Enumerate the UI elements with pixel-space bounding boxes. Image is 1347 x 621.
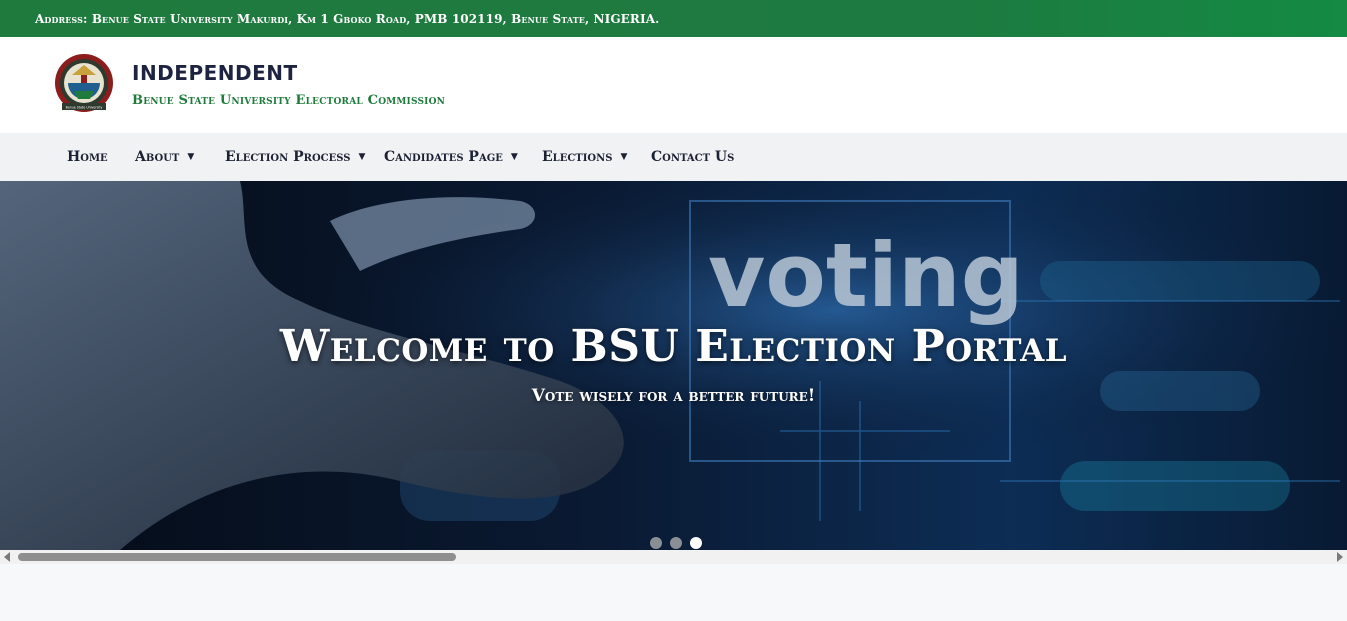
svg-text:voting: voting	[708, 224, 1024, 327]
nav-item-label: Election Process	[225, 149, 351, 165]
nav-item-contact-us[interactable]: Contact Us	[651, 133, 734, 181]
carousel-indicators	[650, 537, 702, 549]
nav-item-label: About	[135, 149, 180, 165]
brand-title: INDEPENDENT	[132, 61, 298, 85]
nav-item-label: Contact Us	[651, 149, 735, 165]
nav-item-label: Elections	[542, 149, 613, 165]
brand-subtitle: Benue State University Electoral Commiss…	[132, 93, 446, 108]
hero-title: Welcome to BSU Election Portal	[279, 321, 1068, 372]
nav-item-election-process[interactable]: Election Process ▼	[225, 133, 365, 181]
svg-text:Benue State University: Benue State University	[66, 106, 103, 110]
hero-subtitle: Vote wisely for a better future!	[531, 386, 816, 406]
university-seal-logo[interactable]: Benue State University	[54, 53, 114, 113]
address-text: Address: Benue State University Makurdi,…	[35, 11, 660, 26]
carousel-dot-2[interactable]	[670, 537, 682, 549]
scroll-left-arrow-icon[interactable]	[4, 552, 10, 562]
carousel-dot-3[interactable]	[690, 537, 702, 549]
nav-item-label: Home	[67, 149, 108, 165]
address-bar: Address: Benue State University Makurdi,…	[0, 0, 1347, 37]
scroll-right-arrow-icon[interactable]	[1337, 552, 1343, 562]
nav-item-elections[interactable]: Elections ▼	[542, 133, 627, 181]
nav-item-about[interactable]: About ▼	[135, 133, 194, 181]
caret-down-icon: ▼	[187, 152, 195, 162]
main-nav: Home About ▼ Election Process ▼ Candidat…	[0, 133, 1347, 181]
nav-item-home[interactable]: Home	[67, 133, 108, 181]
horizontal-scrollbar[interactable]	[0, 550, 1347, 564]
caret-down-icon: ▼	[358, 152, 366, 162]
scrollbar-thumb[interactable]	[18, 553, 456, 561]
site-header: Benue State University INDEPENDENT Benue…	[0, 37, 1347, 133]
carousel-dot-1[interactable]	[650, 537, 662, 549]
nav-item-candidates-page[interactable]: Candidates Page ▼	[384, 133, 518, 181]
caret-down-icon: ▼	[620, 152, 628, 162]
caret-down-icon: ▼	[510, 152, 518, 162]
hero-carousel: voting Welcome to BSU Election Portal Vo…	[0, 181, 1347, 550]
nav-item-label: Candidates Page	[384, 149, 503, 165]
